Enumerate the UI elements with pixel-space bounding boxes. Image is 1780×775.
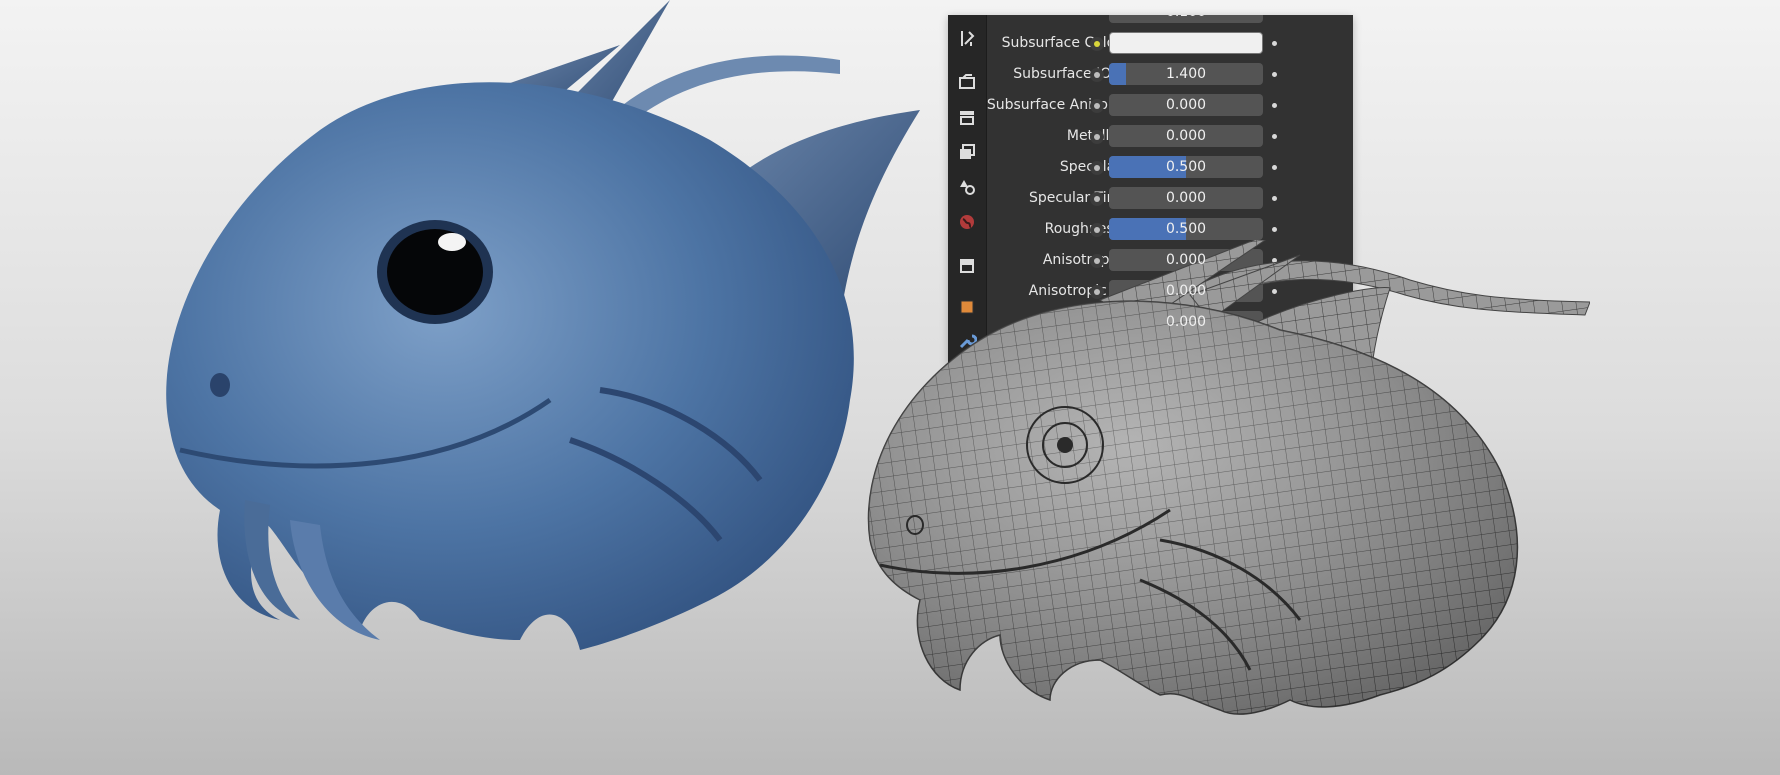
- keyframe-dot[interactable]: [1272, 165, 1277, 170]
- field-value: 0.000: [1165, 314, 1207, 330]
- prop-row-subsurface-color[interactable]: Subsurface Color: [986, 29, 1353, 59]
- field-value: 0.500: [1165, 221, 1207, 237]
- keyframe-dot[interactable]: [1272, 134, 1277, 139]
- field-value: 0.500: [1165, 159, 1207, 175]
- roughness-slider[interactable]: 0.500: [1109, 218, 1263, 240]
- prop-row-subsurface-anisotropy[interactable]: Subsurface Aniso... 0.000: [986, 91, 1353, 121]
- value-socket-icon[interactable]: [1090, 68, 1104, 82]
- anisotropic-rotation-slider[interactable]: 0.000: [1109, 280, 1263, 302]
- prop-row-subsurface-ior[interactable]: Subsurface IOR 1.400: [986, 60, 1353, 90]
- value-socket-icon[interactable]: [1090, 161, 1104, 175]
- subsurface-color-swatch[interactable]: [1109, 32, 1263, 54]
- field-value: 0.000: [1165, 97, 1207, 113]
- field-value: 0.000: [1165, 128, 1207, 144]
- keyframe-dot[interactable]: [1272, 196, 1277, 201]
- value-socket-icon[interactable]: [1090, 99, 1104, 113]
- keyframe-dot[interactable]: [1272, 103, 1277, 108]
- value-socket-icon[interactable]: [1090, 223, 1104, 237]
- value-field[interactable]: 0.000: [1109, 311, 1263, 333]
- subsurface-ior-slider[interactable]: 1.400: [1109, 63, 1263, 85]
- specular-slider[interactable]: 0.500: [1109, 156, 1263, 178]
- rendered-creature-image: [166, 0, 920, 651]
- prop-row-partial[interactable]: 0.100: [986, 15, 1353, 28]
- specular-tint-slider[interactable]: 0.000: [1109, 187, 1263, 209]
- prop-row-metallic[interactable]: Metallic 0.000: [986, 122, 1353, 152]
- field-value: 0.000: [1165, 190, 1207, 206]
- anisotropic-slider[interactable]: 0.000: [1109, 249, 1263, 271]
- keyframe-dot[interactable]: [1272, 72, 1277, 77]
- keyframe-dot[interactable]: [1272, 227, 1277, 232]
- prop-row-specular-tint[interactable]: Specular Tint 0.000: [986, 184, 1353, 214]
- color-socket-icon[interactable]: [1090, 37, 1104, 51]
- prop-row-specular[interactable]: Specular 0.500: [986, 153, 1353, 183]
- field-value: 0.100: [1109, 15, 1263, 23]
- value-field[interactable]: 0.100: [1109, 15, 1263, 23]
- subsurface-anisotropy-slider[interactable]: 0.000: [1109, 94, 1263, 116]
- field-value: 0.000: [1165, 252, 1207, 268]
- field-value: 1.400: [1165, 66, 1207, 82]
- keyframe-dot[interactable]: [1272, 41, 1277, 46]
- metallic-slider[interactable]: 0.000: [1109, 125, 1263, 147]
- field-value: 0.000: [1165, 283, 1207, 299]
- value-socket-icon[interactable]: [1090, 192, 1104, 206]
- value-socket-icon[interactable]: [1090, 130, 1104, 144]
